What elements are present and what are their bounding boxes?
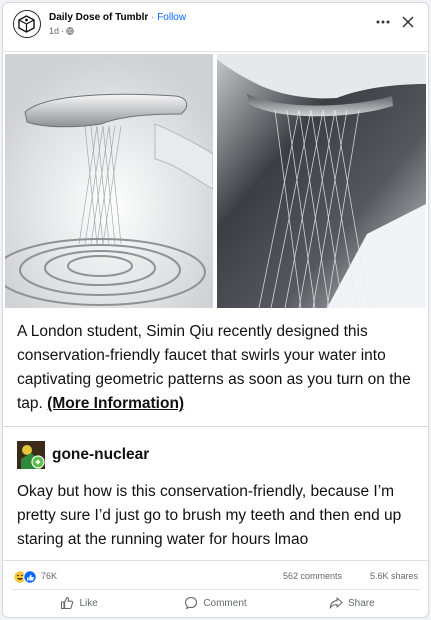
reblog-text: Okay but how is this conservation-friend… xyxy=(17,483,402,548)
reblog-username[interactable]: gone-nuclear xyxy=(52,446,149,464)
meta-separator: · xyxy=(61,26,65,36)
follow-button[interactable]: Follow xyxy=(157,12,186,23)
comment-button[interactable]: Comment xyxy=(147,590,283,616)
post-meta: 1d · xyxy=(49,26,74,36)
nuclear-avatar-icon xyxy=(17,441,45,469)
close-icon xyxy=(402,16,414,28)
more-options-button[interactable] xyxy=(372,11,394,33)
engagement-counts: 76K 562 comments 5.6K shares xyxy=(3,566,428,588)
reblog-divider xyxy=(3,426,428,427)
more-information-link[interactable]: (More Information) xyxy=(47,395,184,412)
share-arrow-icon xyxy=(329,597,343,609)
share-button[interactable]: Share xyxy=(284,590,420,616)
action-bar: Like Comment Share xyxy=(11,589,420,616)
comment-count[interactable]: 562 comments xyxy=(283,571,342,581)
faucet-photo-left xyxy=(5,54,213,308)
post-image-content[interactable]: A London student, Simin Qiu recently des… xyxy=(3,51,428,561)
comment-bubble-icon xyxy=(185,596,198,610)
separator-dot: · xyxy=(151,12,155,23)
post-header: Daily Dose of Tumblr · Follow 1d · xyxy=(3,3,428,47)
page-avatar[interactable] xyxy=(13,10,41,38)
page-name-link[interactable]: Daily Dose of Tumblr xyxy=(49,12,148,23)
comment-label: Comment xyxy=(203,597,247,609)
tumblr-box-logo-icon xyxy=(14,11,39,36)
thumbs-up-icon xyxy=(61,596,74,610)
share-label: Share xyxy=(347,597,375,609)
like-button[interactable]: Like xyxy=(11,590,147,616)
reblog-header: gone-nuclear xyxy=(17,440,149,470)
faucet-photos xyxy=(5,54,426,312)
more-dots-icon xyxy=(376,20,390,24)
post-card: Daily Dose of Tumblr · Follow 1d · A Lon… xyxy=(2,2,429,618)
reactions-icon[interactable] xyxy=(13,570,39,584)
page-title-line: Daily Dose of Tumblr · Follow xyxy=(49,12,186,23)
caption-text: A London student, Simin Qiu recently des… xyxy=(17,320,417,416)
post-time[interactable]: 1d xyxy=(49,26,59,36)
like-label: Like xyxy=(79,597,98,609)
reblog-avatar[interactable] xyxy=(17,441,45,469)
lattice-water-image xyxy=(217,54,426,308)
globe-icon xyxy=(66,27,74,35)
close-button[interactable] xyxy=(397,11,419,33)
faucet-photo-right xyxy=(217,54,426,308)
reaction-count[interactable]: 76K xyxy=(41,571,57,581)
share-count[interactable]: 5.6K shares xyxy=(370,571,418,581)
swirl-faucet-image xyxy=(5,54,213,308)
